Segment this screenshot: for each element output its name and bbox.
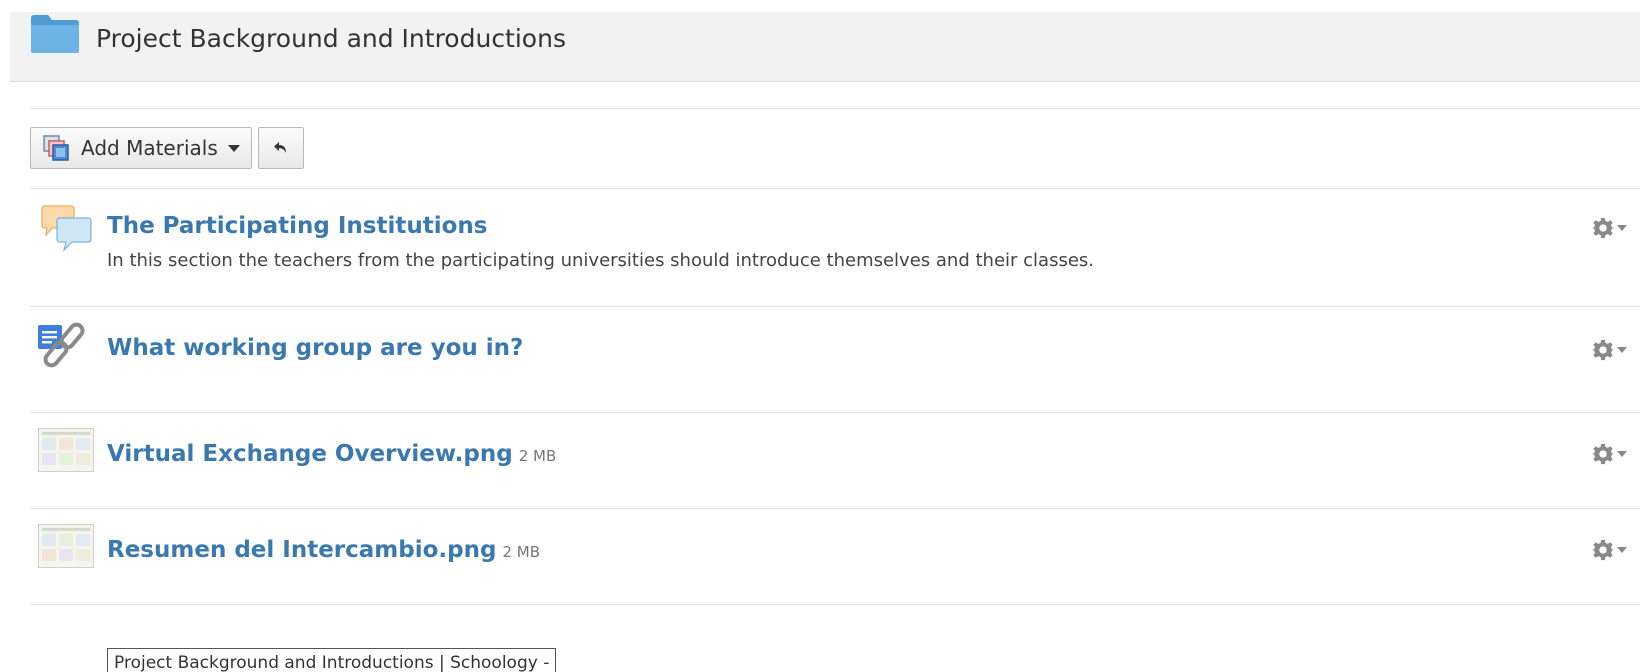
undo-button[interactable] (258, 127, 304, 169)
divider (30, 508, 1640, 509)
page-link-icon (38, 322, 85, 368)
item-title-link[interactable]: What working group are you in? (107, 335, 523, 361)
chevron-down-icon (227, 144, 240, 152)
image-thumbnail (38, 428, 94, 472)
add-materials-label: Add Materials (81, 136, 218, 160)
divider (30, 108, 1640, 109)
item-title-link[interactable]: The Participating Institutions (107, 213, 488, 239)
item-title-link[interactable]: Virtual Exchange Overview.png 2 MB (107, 441, 556, 467)
gear-icon (1592, 217, 1614, 239)
divider (30, 188, 1640, 189)
folder-icon (31, 15, 79, 53)
file-size: 2 MB (502, 543, 540, 561)
chevron-down-icon (1617, 347, 1627, 353)
materials-icon (43, 135, 69, 161)
gear-icon (1592, 443, 1614, 465)
chevron-down-icon (1617, 547, 1627, 553)
image-thumbnail (38, 524, 94, 568)
item-title-link[interactable]: Resumen del Intercambio.png 2 MB (107, 537, 540, 563)
file-name[interactable]: Virtual Exchange Overview.png (107, 441, 513, 467)
tooltip: Project Background and Introductions | S… (107, 648, 557, 672)
undo-arrow-icon (274, 142, 286, 153)
folder-header: Project Background and Introductions (10, 12, 1640, 82)
file-name[interactable]: Resumen del Intercambio.png (107, 537, 496, 563)
add-materials-button[interactable]: Add Materials (30, 127, 252, 169)
gear-menu-button[interactable] (1592, 538, 1630, 562)
discussion-bubbles-icon (41, 205, 92, 252)
gear-icon (1592, 539, 1614, 561)
chevron-down-icon (1617, 451, 1627, 457)
list-item: The Participating Institutions In this s… (30, 200, 1640, 300)
page-title: Project Background and Introductions (96, 24, 566, 53)
list-item: Virtual Exchange Overview.png 2 MB (30, 424, 1640, 504)
divider (30, 412, 1640, 413)
item-description: In this section the teachers from the pa… (107, 250, 1094, 271)
divider (30, 306, 1640, 307)
gear-icon (1592, 339, 1614, 361)
list-item: What working group are you in? (30, 318, 1640, 408)
list-item: Resumen del Intercambio.png 2 MB (30, 520, 1640, 600)
divider (30, 604, 1640, 605)
file-size: 2 MB (518, 447, 557, 465)
chevron-down-icon (1617, 225, 1627, 231)
gear-menu-button[interactable] (1592, 216, 1630, 240)
gear-menu-button[interactable] (1592, 442, 1630, 466)
gear-menu-button[interactable] (1592, 338, 1630, 362)
